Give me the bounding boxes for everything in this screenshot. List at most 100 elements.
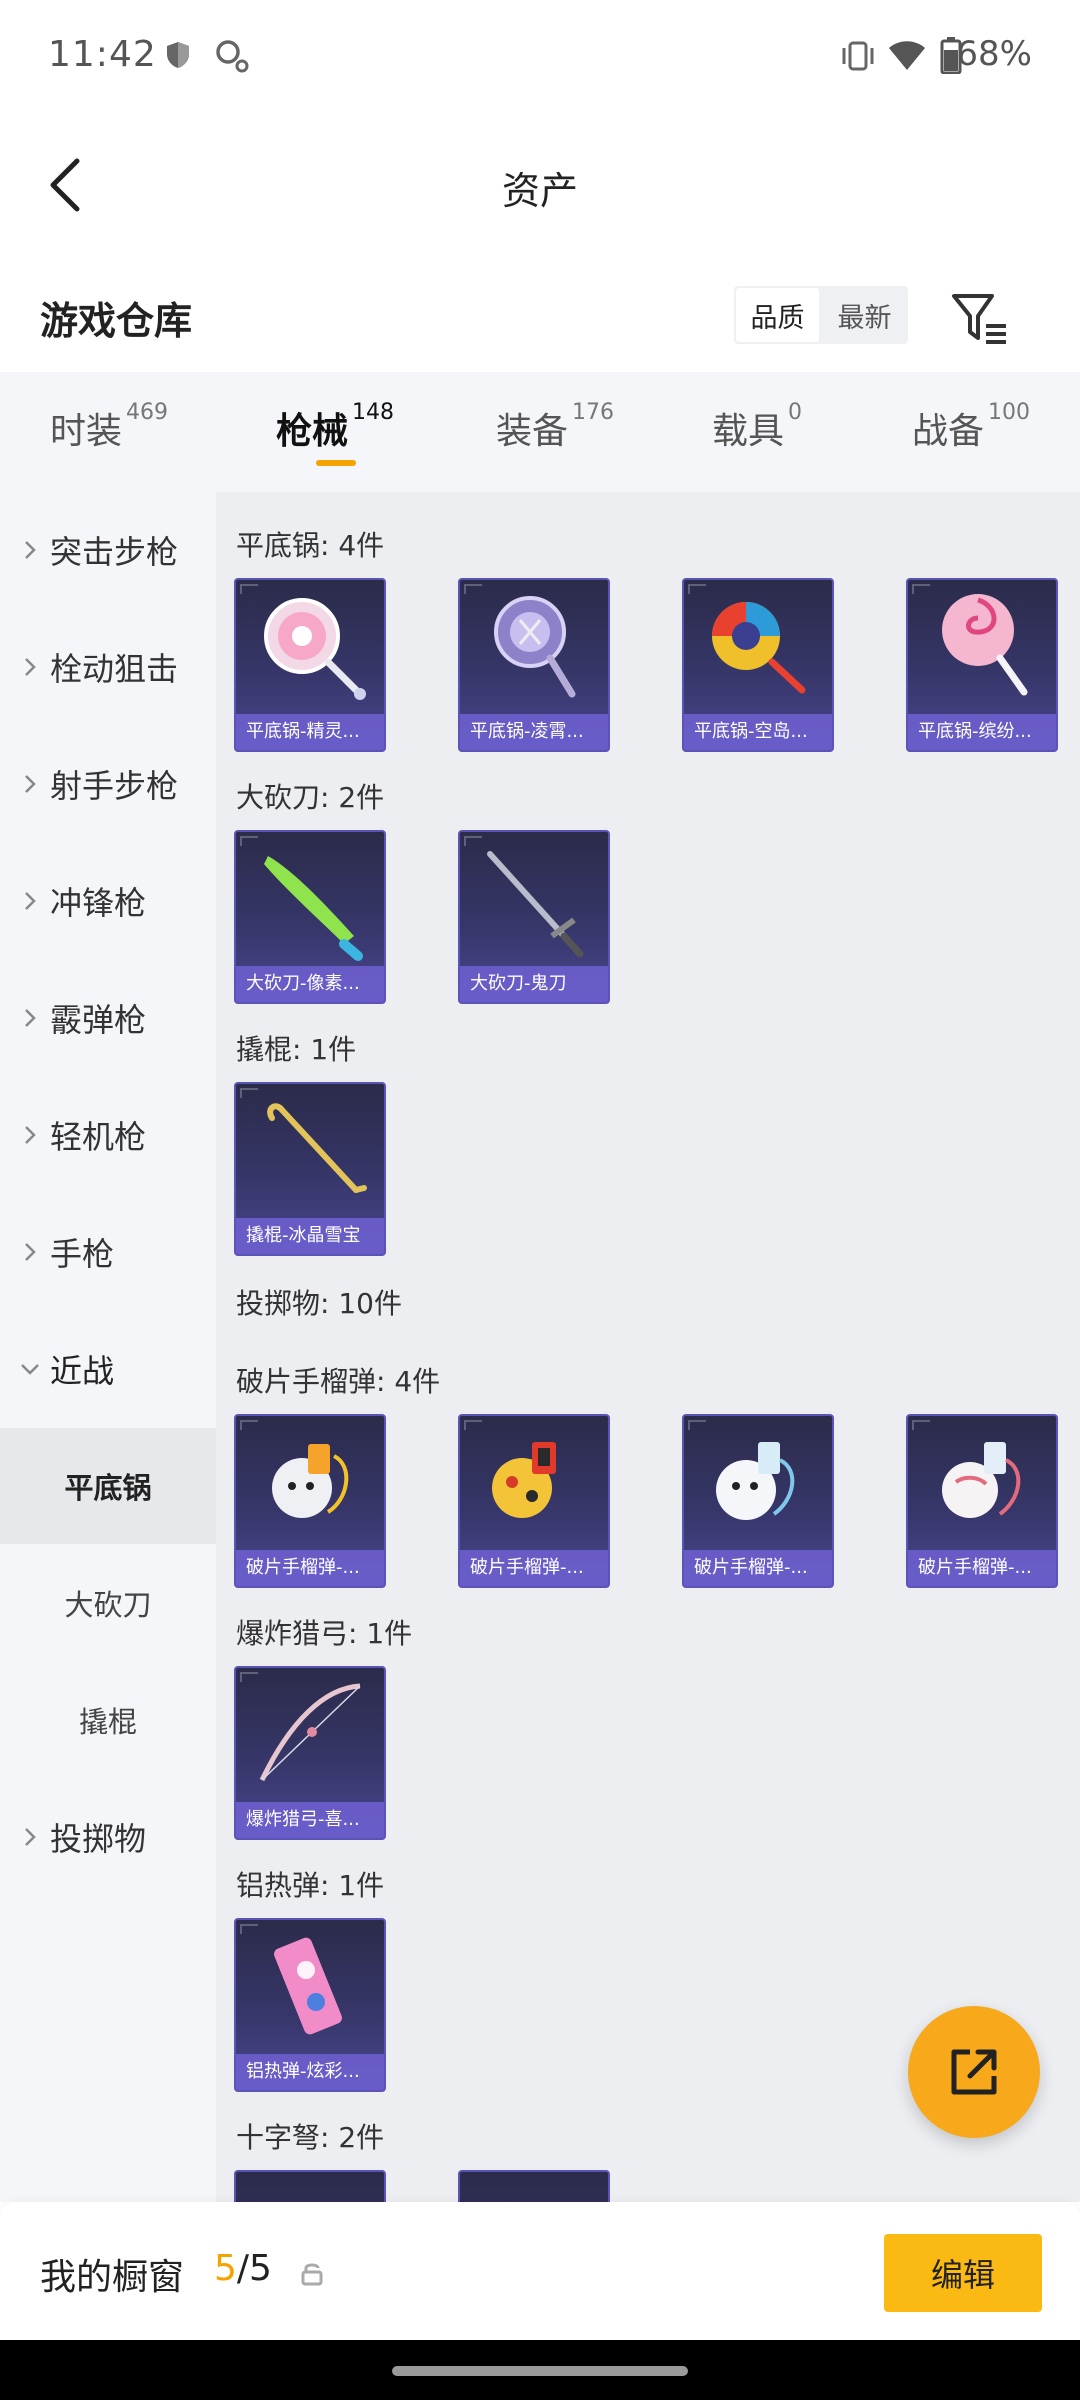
item-name: 破片手榴弹-... [684, 1550, 832, 1586]
item-card[interactable]: 平底锅-凌霄... [458, 578, 610, 752]
item-name: 破片手榴弹-... [908, 1550, 1056, 1586]
sidebar-item-melee[interactable]: 近战 [0, 1311, 216, 1427]
group-label-thermite: 铝热弹: 1件 [236, 1869, 385, 1902]
sidebar-item-bolt-sniper[interactable]: 栓动狙击 [0, 609, 216, 725]
group-label-throwables: 投掷物: 10件 [236, 1287, 402, 1320]
tab-count: 148 [352, 400, 395, 425]
item-name: 平底锅-空岛... [684, 714, 832, 750]
sidebar-sub-pan[interactable]: 平底锅 [0, 1428, 216, 1544]
sidebar-sub-machete[interactable]: 大砍刀 [0, 1545, 216, 1661]
chevron-right-icon [0, 1124, 50, 1146]
tab-vehicles[interactable]: 载具 0 [712, 400, 803, 454]
item-card[interactable]: 大砍刀-鬼刀 [458, 830, 610, 1004]
vibrate-icon [842, 41, 874, 71]
tab-label: 装备 [496, 411, 569, 452]
item-card[interactable]: 破片手榴弹-... [458, 1414, 610, 1588]
sort-toggle: 品质 最新 [734, 286, 908, 344]
sidebar-item-label: 栓动狙击 [50, 650, 179, 688]
section-header: 游戏仓库 品质 最新 [0, 260, 1080, 372]
share-button[interactable] [908, 2006, 1040, 2138]
chevron-right-icon [0, 1826, 50, 1848]
group-label-bow: 爆炸猎弓: 1件 [236, 1617, 413, 1650]
item-card[interactable] [234, 2170, 386, 2202]
chevron-right-icon [0, 890, 50, 912]
sidebar-item-lmg[interactable]: 轻机枪 [0, 1077, 216, 1193]
tab-count: 0 [788, 400, 803, 425]
page-title: 资产 [501, 169, 578, 213]
tab-label: 战备 [912, 411, 985, 452]
sidebar-item-label: 冲锋枪 [50, 884, 147, 922]
edit-button[interactable]: 编辑 [884, 2234, 1042, 2312]
shield-icon [167, 42, 189, 68]
sidebar-item-assault-rifle[interactable]: 突击步枪 [0, 492, 216, 608]
item-card[interactable]: 大砍刀-像素... [234, 830, 386, 1004]
battery-percent: 68% [956, 34, 1032, 74]
sidebar-item-label: 射手步枪 [50, 767, 179, 805]
tab-supplies[interactable]: 战备 100 [912, 400, 1031, 454]
pan-icon [942, 594, 1028, 696]
item-name: 大砍刀-像素... [236, 966, 384, 1002]
sidebar-item-throwables[interactable]: 投掷物 [0, 1779, 216, 1895]
grenade-icon [942, 1442, 1021, 1518]
item-card[interactable]: 平底锅-空岛... [682, 578, 834, 752]
tab-count: 100 [988, 400, 1031, 425]
tab-count: 469 [126, 400, 169, 425]
nav-header: 资产 [0, 110, 1080, 260]
status-bar: 11:42 68% [0, 0, 1080, 110]
content-area: 平底锅: 4件 平底锅-精灵... 平底锅-凌霄... 平底锅-空岛... 平底… [216, 492, 1080, 2202]
machete-icon [264, 856, 363, 961]
crowbar-icon [267, 1103, 367, 1193]
item-card[interactable]: 平底锅-缤纷... [906, 578, 1058, 752]
external-link-icon [951, 2049, 997, 2095]
sidebar-sub-crowbar[interactable]: 撬棍 [0, 1662, 216, 1778]
item-card[interactable]: 爆炸猎弓-喜... [234, 1666, 386, 1840]
item-name: 铝热弹-炫彩... [236, 2054, 384, 2090]
showcase-total: /5 [236, 2248, 272, 2289]
sidebar-item-label: 近战 [50, 1352, 115, 1390]
item-card[interactable]: 破片手榴弹-... [234, 1414, 386, 1588]
sidebar-item-label: 霰弹枪 [50, 1001, 147, 1039]
sidebar-item-pistol[interactable]: 手枪 [0, 1194, 216, 1310]
chevron-down-icon [0, 1362, 50, 1376]
item-card[interactable]: 破片手榴弹-... [682, 1414, 834, 1588]
tab-firearms[interactable]: 枪械 148 [276, 400, 395, 454]
wifi-icon [889, 41, 925, 70]
item-name: 撬棍-冰晶雪宝 [236, 1218, 384, 1254]
sidebar-item-marksman-rifle[interactable]: 射手步枪 [0, 726, 216, 842]
sort-quality-button[interactable]: 品质 [736, 288, 819, 342]
search-status-icon [216, 40, 249, 73]
sword-icon [487, 851, 584, 958]
showcase-label: 我的橱窗 [40, 2257, 185, 2298]
tab-label: 时装 [50, 411, 123, 452]
item-name: 平底锅-凌霄... [460, 714, 608, 750]
tab-label: 枪械 [276, 411, 349, 452]
group-label-machete: 大砍刀: 2件 [236, 781, 385, 814]
sidebar-item-label: 突击步枪 [50, 533, 179, 571]
category-tabs: 时装 469 枪械 148 装备 176 载具 0 战备 100 [0, 372, 1080, 492]
item-card[interactable]: 铝热弹-炫彩... [234, 1918, 386, 2092]
chevron-right-icon [0, 773, 50, 795]
item-card[interactable] [458, 2170, 610, 2202]
bottom-bar: 我的橱窗 5/5 编辑 [0, 2202, 1080, 2340]
tab-equipment[interactable]: 装备 176 [496, 400, 614, 454]
grenade-icon [716, 1442, 795, 1520]
item-name: 大砍刀-鬼刀 [460, 966, 608, 1002]
home-gesture-handle[interactable] [392, 2366, 688, 2376]
item-card[interactable]: 平底锅-精灵... [234, 578, 386, 752]
sidebar-item-shotgun[interactable]: 霰弹枪 [0, 960, 216, 1076]
chevron-right-icon [0, 539, 50, 561]
item-card[interactable]: 撬棍-冰晶雪宝 [234, 1082, 386, 1256]
sidebar-item-smg[interactable]: 冲锋枪 [0, 843, 216, 959]
group-label-crowbar: 撬棍: 1件 [236, 1033, 357, 1066]
chevron-right-icon [0, 1241, 50, 1263]
tab-fashion[interactable]: 时装 469 [50, 400, 169, 454]
sort-newest-button[interactable]: 最新 [823, 288, 906, 342]
tab-label: 载具 [712, 411, 785, 452]
group-label-crossbow: 十字弩: 2件 [236, 2121, 385, 2154]
bow-icon [259, 1683, 361, 1782]
item-card[interactable]: 破片手榴弹-... [906, 1414, 1058, 1588]
pan-icon [712, 602, 806, 694]
lock-icon [301, 2263, 323, 2286]
filter-icon[interactable] [948, 286, 1012, 350]
status-time: 11:42 [48, 34, 157, 75]
